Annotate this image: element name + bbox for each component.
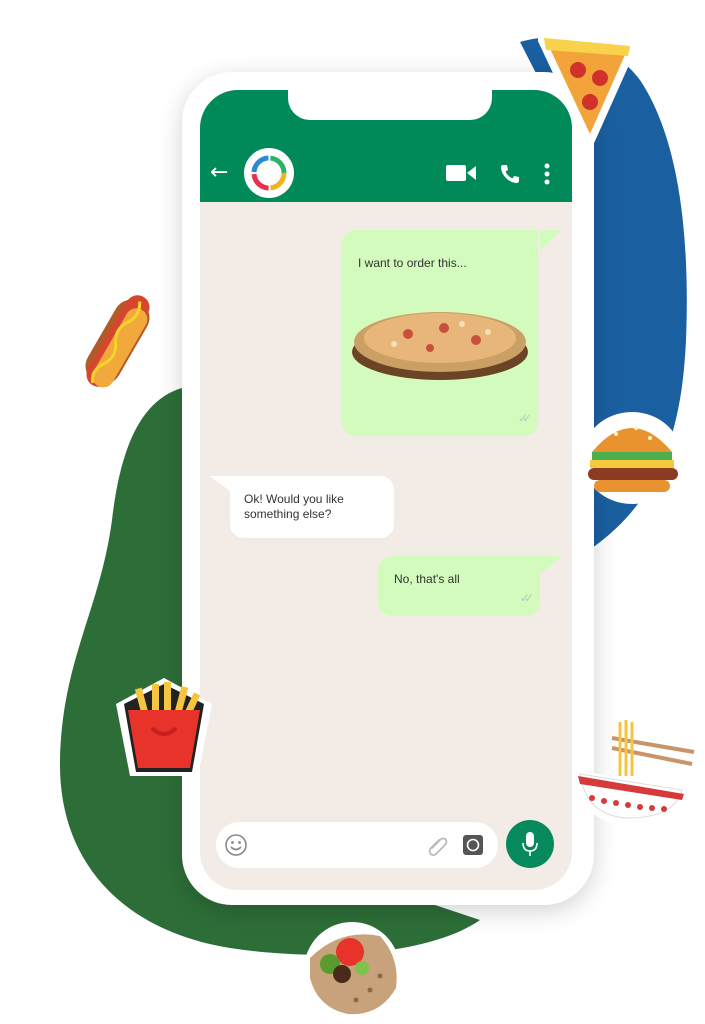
arrow-left-icon[interactable]: ← <box>210 162 228 184</box>
noodles-sticker <box>574 720 695 826</box>
phone-notch <box>288 90 492 120</box>
burger-sticker <box>582 412 682 504</box>
video-camera-icon[interactable] <box>444 162 478 184</box>
message-text: No, that's all <box>394 572 460 586</box>
message-input[interactable] <box>256 832 420 860</box>
read-check-icon: ✓✓ <box>519 591 534 605</box>
message-outgoing: I want to order this... ✓✓ <box>342 230 538 436</box>
bubble-tail <box>540 230 562 250</box>
phone-frame: ← I want to order this... ✓✓ Ok! Would y… <box>182 72 594 905</box>
message-incoming: Ok! Would you like something else? <box>230 476 394 538</box>
chat-screen: ← I want to order this... ✓✓ Ok! Would y… <box>200 90 572 890</box>
camera-icon[interactable] <box>462 834 484 856</box>
fries-sticker <box>116 678 212 776</box>
emoji-icon[interactable] <box>224 833 248 857</box>
avatar-logo-icon <box>251 155 287 191</box>
phone-icon[interactable] <box>498 162 522 186</box>
paperclip-icon[interactable] <box>426 834 450 858</box>
taco-sticker <box>304 922 400 1018</box>
pizza-sticker <box>538 33 637 145</box>
message-text: Ok! Would you like something else? <box>244 492 344 521</box>
microphone-icon <box>522 832 538 856</box>
pizza-image <box>352 312 528 380</box>
more-vertical-icon[interactable] <box>542 162 552 186</box>
bubble-tail <box>540 556 562 574</box>
message-text: I want to order this... <box>358 256 467 270</box>
contact-avatar[interactable] <box>244 148 294 198</box>
microphone-button[interactable] <box>506 820 554 868</box>
message-input-bar[interactable] <box>216 822 498 868</box>
read-check-icon: ✓✓ <box>517 411 532 425</box>
hotdog-sticker <box>81 293 155 389</box>
message-outgoing: No, that's all ✓✓ <box>378 556 540 616</box>
